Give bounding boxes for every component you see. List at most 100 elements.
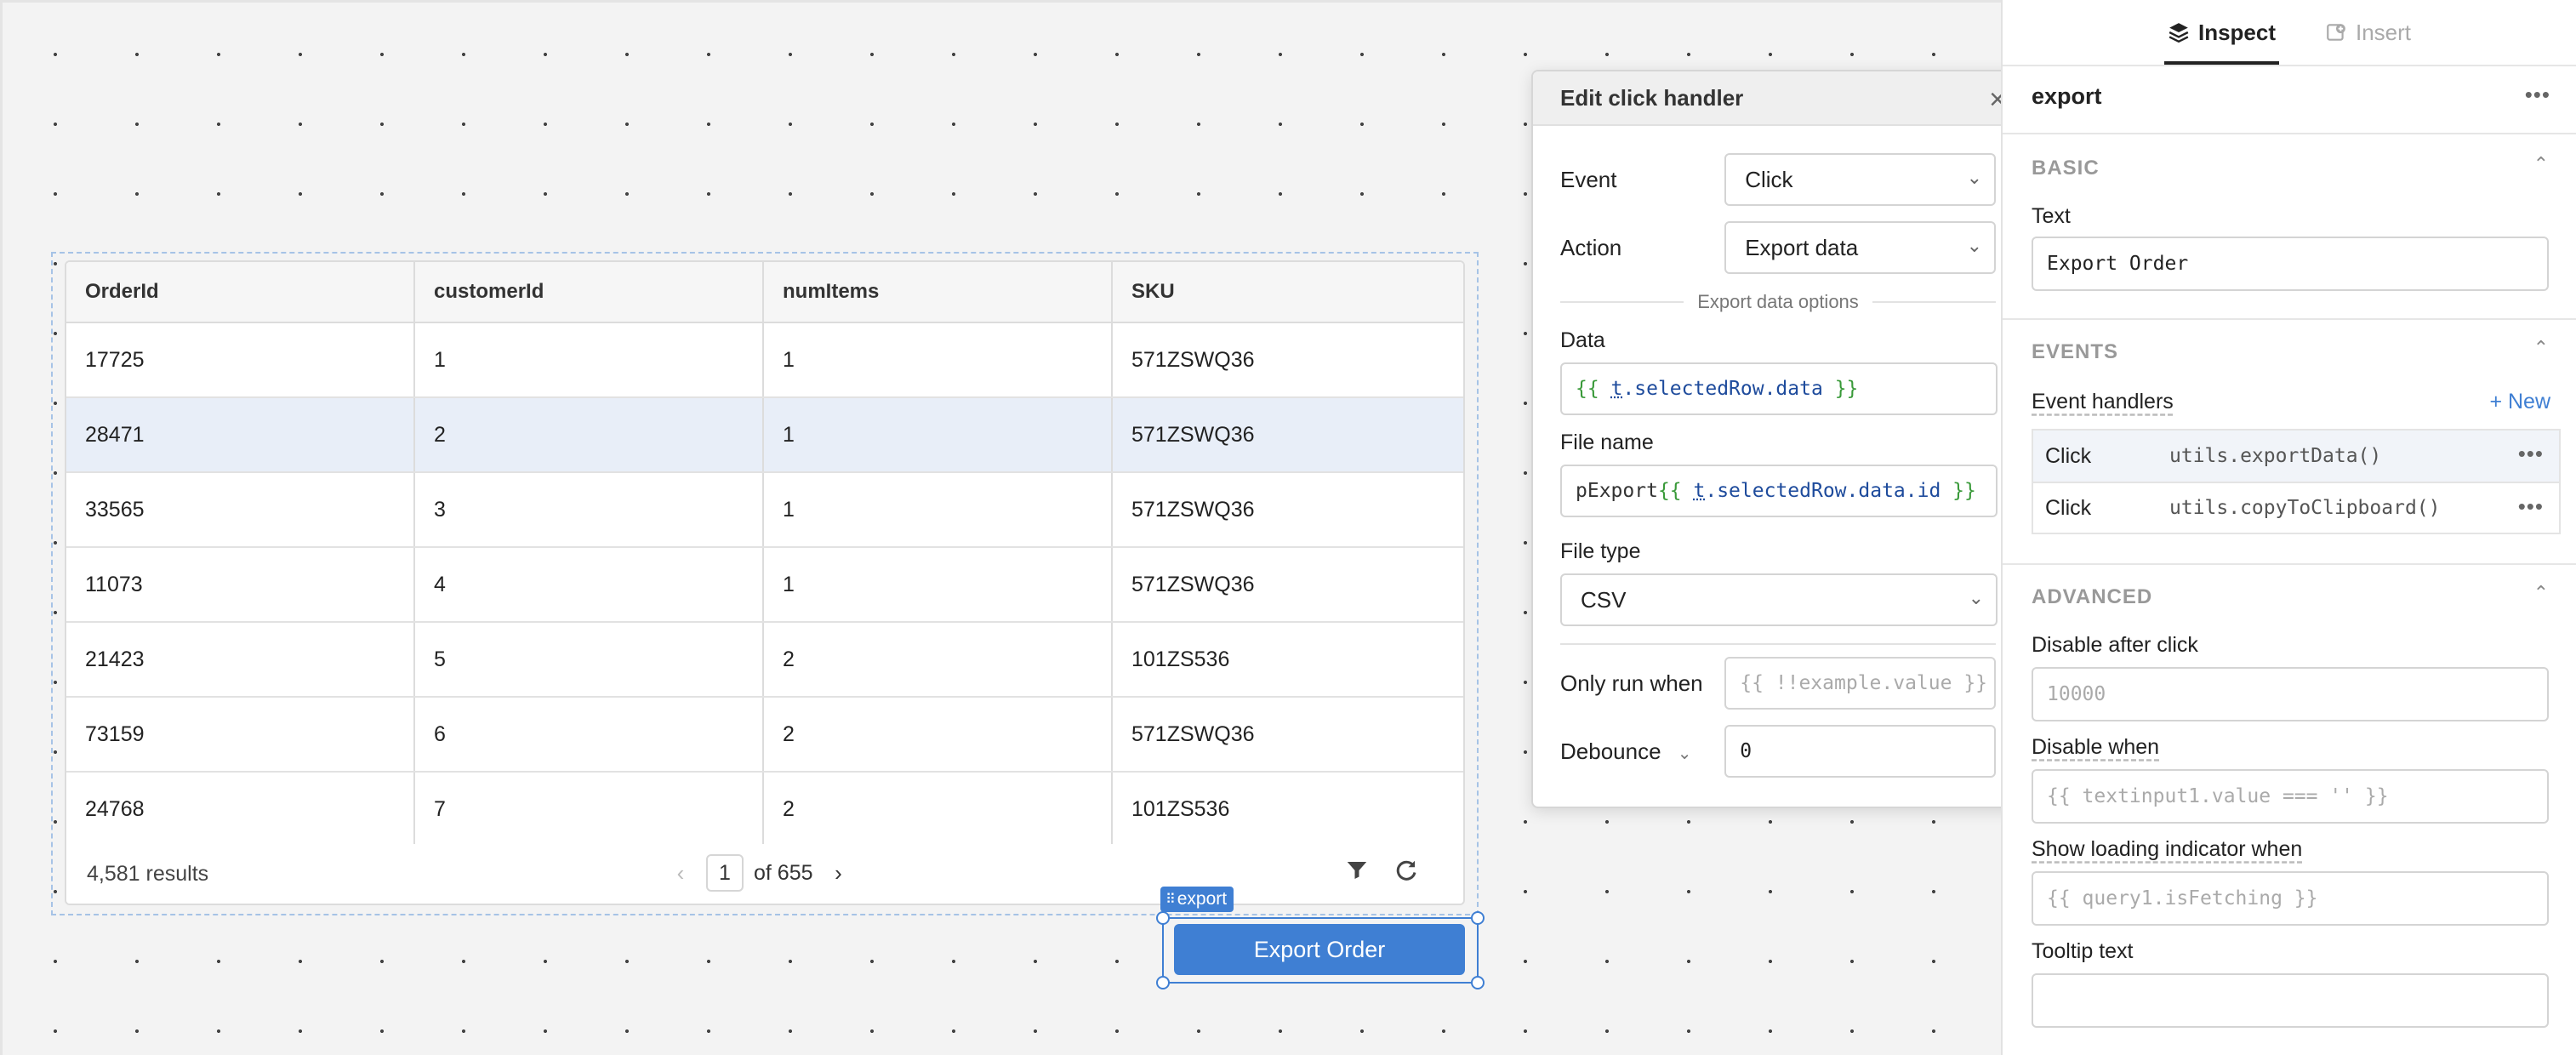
table-cell[interactable]: 1	[764, 398, 1113, 471]
loading-indicator-input[interactable]: {{ query1.isFetching }}	[2032, 871, 2549, 926]
table-cell[interactable]: 571ZSWQ36	[1113, 323, 1463, 396]
disable-when-input[interactable]: {{ textinput1.value === '' }}	[2032, 769, 2549, 824]
orders-table[interactable]: OrderId customerId numItems SKU 17725 1 1 5…	[65, 260, 1465, 905]
more-options-icon[interactable]: •••	[2518, 493, 2544, 520]
inspector-panel: Inspect Insert export ••• BASIC ⌃ Text E…	[2001, 0, 2576, 1055]
debounce-input[interactable]: 0	[1724, 725, 1996, 778]
event-handler-row[interactable]: Click utils.exportData() •••	[2032, 429, 2561, 482]
more-options-icon[interactable]: •••	[2525, 82, 2550, 108]
table-cell[interactable]: 1	[764, 323, 1113, 396]
section-advanced-title[interactable]: ADVANCED	[2032, 585, 2152, 609]
file-name-code-input[interactable]: pExport{{ t .selectedRow.data.id }}	[1560, 465, 1998, 517]
table-cell[interactable]: 73159	[66, 698, 415, 771]
page-number-input[interactable]: 1	[706, 854, 744, 892]
chevron-down-icon: ⌄	[1966, 167, 1982, 188]
table-cell[interactable]: 6	[415, 698, 764, 771]
table-cell[interactable]: 2	[764, 623, 1113, 696]
disable-after-click-label: Disable after click	[2032, 633, 2198, 657]
section-events-title[interactable]: EVENTS	[2032, 340, 2118, 364]
new-event-handler-link[interactable]: + New	[2489, 390, 2550, 414]
column-header[interactable]: OrderId	[66, 262, 415, 322]
table-cell[interactable]: 5	[415, 623, 764, 696]
chevron-up-icon[interactable]: ⌃	[2533, 153, 2549, 175]
table-cell[interactable]: 2	[415, 398, 764, 471]
table-cell[interactable]: 21423	[66, 623, 415, 696]
resize-handle[interactable]	[1156, 911, 1170, 925]
divider	[1560, 643, 1996, 645]
table-cell[interactable]: 1	[764, 473, 1113, 546]
table-cell[interactable]: 17725	[66, 323, 415, 396]
event-handlers-label: Event handlers	[2032, 390, 2174, 413]
table-row[interactable]: 24768 7 2 101ZS536	[66, 773, 1463, 847]
table-row[interactable]: 33565 3 1 571ZSWQ36	[66, 473, 1463, 548]
table-row[interactable]: 21423 5 2 101ZS536	[66, 623, 1463, 698]
table-body: 17725 1 1 571ZSWQ36 28471 2 1 571ZSWQ36 33565 3 1 5…	[66, 323, 1463, 847]
column-header[interactable]: numItems	[764, 262, 1113, 322]
table-cell[interactable]: 33565	[66, 473, 415, 546]
table-cell[interactable]: 571ZSWQ36	[1113, 698, 1463, 771]
chevron-up-icon[interactable]: ⌃	[2533, 337, 2549, 359]
table-footer: 4,581 results ‹ 1 of 655 ›	[66, 844, 1463, 904]
table-cell[interactable]: 7	[415, 773, 764, 846]
event-select[interactable]: Click ⌄	[1724, 153, 1996, 206]
debounce-row: Debounce ⌄ 0	[1560, 725, 1996, 778]
pagination: ‹ 1 of 655 ›	[665, 854, 854, 892]
table-row[interactable]: 11073 4 1 571ZSWQ36	[66, 548, 1463, 623]
table-row[interactable]: 73159 6 2 571ZSWQ36	[66, 698, 1463, 773]
edit-click-handler-dialog: Edit click handler × Event Click ⌄ Actio…	[1531, 70, 2023, 808]
chevron-left-icon[interactable]: ‹	[665, 860, 696, 887]
table-cell[interactable]: 1	[764, 548, 1113, 621]
table-cell[interactable]: 24768	[66, 773, 415, 846]
table-cell[interactable]: 101ZS536	[1113, 773, 1463, 846]
filter-icon[interactable]	[1344, 858, 1370, 883]
tab-insert[interactable]: Insert	[2322, 0, 2414, 65]
data-code-input[interactable]: {{ t .selectedRow.data }}	[1560, 362, 1998, 415]
only-run-input[interactable]: {{ !!example.value }}	[1724, 657, 1996, 710]
table-cell[interactable]: 28471	[66, 398, 415, 471]
chevron-up-icon[interactable]: ⌃	[2533, 582, 2549, 604]
table-cell[interactable]: 571ZSWQ36	[1113, 473, 1463, 546]
column-header[interactable]: customerId	[415, 262, 764, 322]
component-tag[interactable]: ⠿ export	[1160, 887, 1234, 912]
resize-handle[interactable]	[1471, 976, 1485, 989]
chevron-down-icon: ⌄	[1677, 744, 1692, 763]
table-cell[interactable]: 2	[764, 698, 1113, 771]
chevron-right-icon[interactable]: ›	[824, 860, 854, 887]
action-select[interactable]: Export data ⌄	[1724, 221, 1996, 274]
debounce-label[interactable]: Debounce ⌄	[1560, 738, 1724, 765]
table-cell[interactable]: 571ZSWQ36	[1113, 548, 1463, 621]
only-run-label: Only run when	[1560, 670, 1703, 696]
loading-indicator-label: Show loading indicator when	[2032, 837, 2303, 861]
resize-handle[interactable]	[1156, 976, 1170, 989]
disable-after-click-input[interactable]: 10000	[2032, 667, 2549, 721]
drag-handle-icon[interactable]: ⠿	[1165, 891, 1176, 908]
export-order-button[interactable]: Export Order	[1174, 924, 1465, 975]
tooltip-text-input[interactable]	[2032, 973, 2549, 1028]
disable-when-label: Disable when	[2032, 735, 2160, 759]
more-options-icon[interactable]: •••	[2518, 441, 2544, 467]
table-cell[interactable]: 2	[764, 773, 1113, 846]
text-input[interactable]: Export Order	[2032, 237, 2549, 291]
panel-tabs: Inspect Insert	[2003, 0, 2576, 65]
text-label: Text	[2032, 204, 2071, 228]
table-row[interactable]: 17725 1 1 571ZSWQ36	[66, 323, 1463, 398]
event-select-value: Click	[1745, 166, 1793, 192]
section-title: Export data options	[1697, 291, 1859, 312]
table-cell[interactable]: 1	[415, 323, 764, 396]
table-row[interactable]: 28471 2 1 571ZSWQ36	[66, 398, 1463, 473]
tooltip-text-label: Tooltip text	[2032, 939, 2134, 963]
table-cell[interactable]: 11073	[66, 548, 415, 621]
refresh-icon[interactable]	[1393, 858, 1419, 883]
resize-handle[interactable]	[1471, 911, 1485, 925]
layers-icon	[2169, 23, 2189, 43]
event-handler-row[interactable]: Click utils.copyToClipboard() •••	[2032, 482, 2561, 534]
table-cell[interactable]: 3	[415, 473, 764, 546]
table-cell[interactable]: 101ZS536	[1113, 623, 1463, 696]
table-cell[interactable]: 571ZSWQ36	[1113, 398, 1463, 471]
tab-inspect[interactable]: Inspect	[2163, 0, 2280, 65]
section-basic-title[interactable]: BASIC	[2032, 157, 2100, 180]
column-header[interactable]: SKU	[1113, 262, 1463, 322]
file-type-select[interactable]: CSV ⌄	[1560, 573, 1998, 626]
component-name[interactable]: export	[2032, 83, 2102, 110]
table-cell[interactable]: 4	[415, 548, 764, 621]
